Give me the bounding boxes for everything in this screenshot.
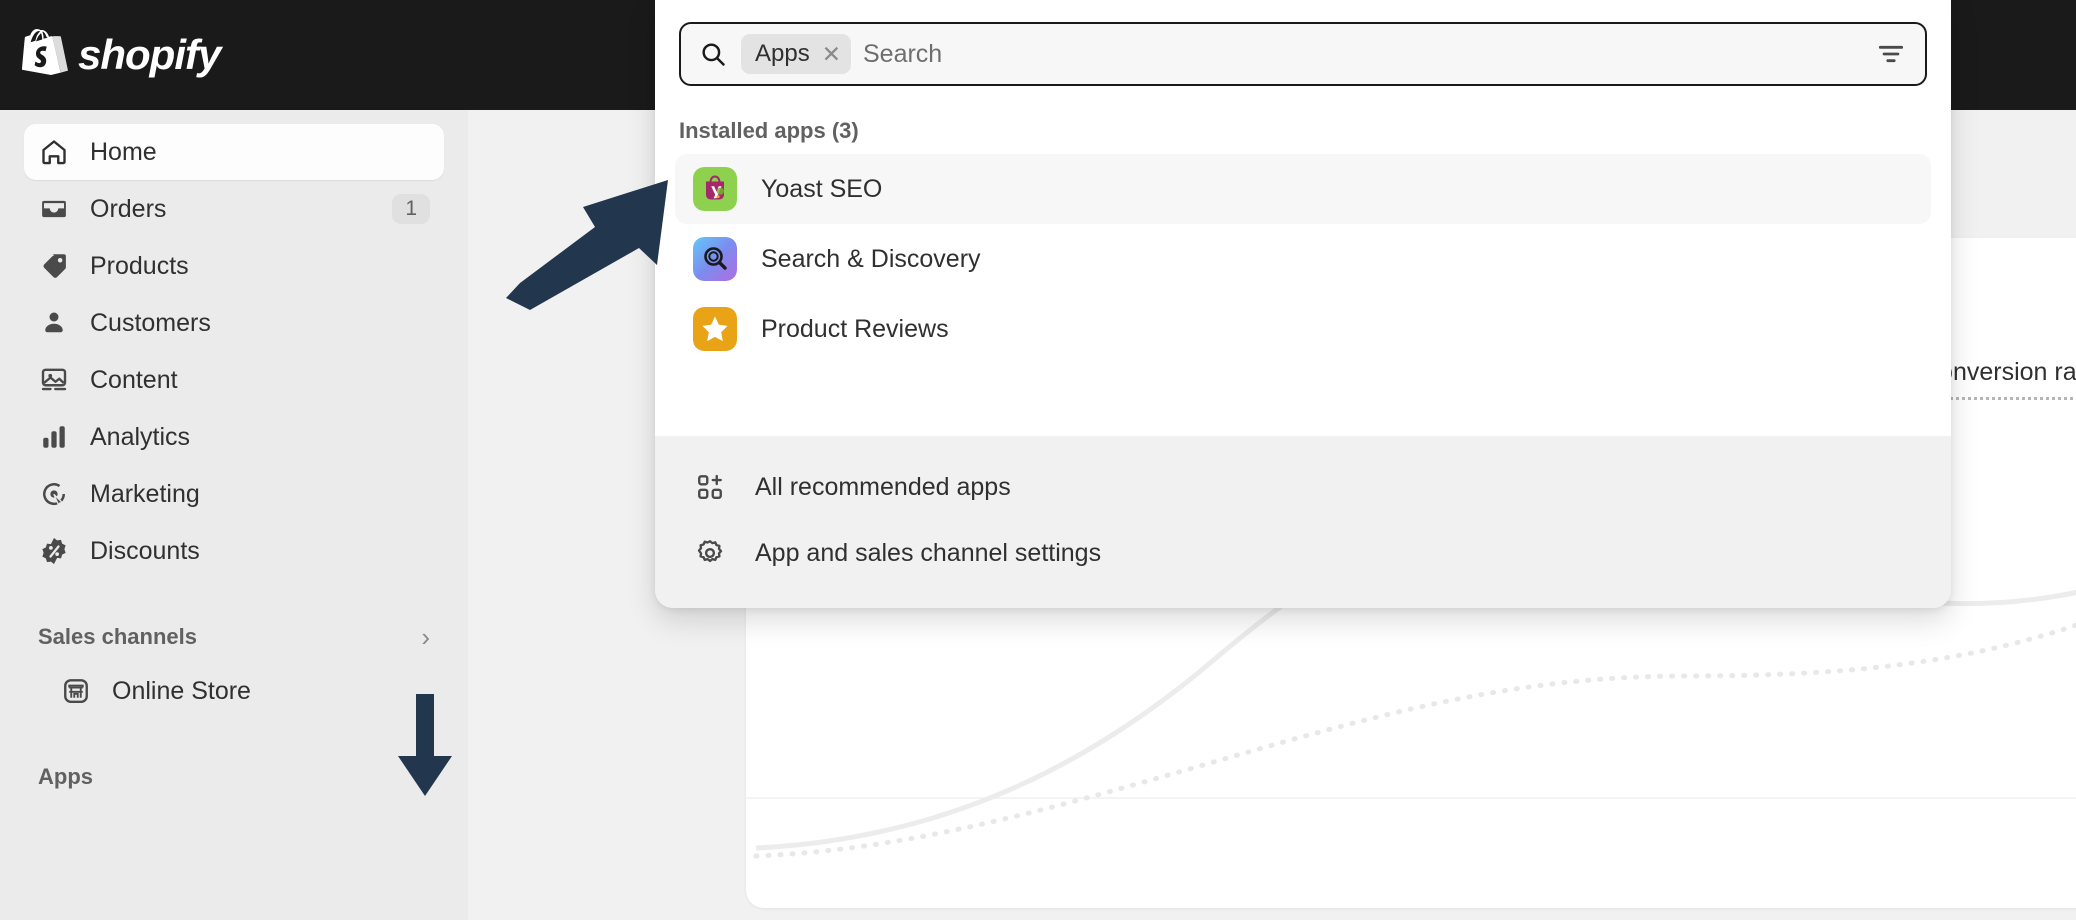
sidebar-item-marketing[interactable]: Marketing [24, 466, 444, 522]
sidebar-item-analytics[interactable]: Analytics [24, 409, 444, 465]
app-name: Search & Discovery [761, 245, 981, 274]
grid-plus-icon [693, 470, 727, 504]
search-icon [699, 40, 727, 68]
sidebar: Home Orders 1 Products [0, 110, 468, 920]
all-recommended-apps-item[interactable]: All recommended apps [655, 454, 1951, 520]
installed-apps-group-title: Installed apps (3) [655, 100, 1951, 154]
footer-item-label: App and sales channel settings [755, 539, 1101, 568]
sidebar-section-sales-channels[interactable]: Sales channels › [24, 611, 444, 663]
app-result-search-discovery[interactable]: Search & Discovery [675, 224, 1931, 294]
search-row: Apps ✕ Search [655, 0, 1951, 100]
sidebar-item-label: Analytics [90, 423, 190, 452]
chevron-right-icon: › [421, 764, 430, 790]
sidebar-item-label: Discounts [90, 537, 200, 566]
section-label: Apps [38, 764, 93, 790]
sidebar-item-label: Home [90, 138, 157, 167]
section-label: Sales channels [38, 624, 197, 650]
analytics-bars-icon [38, 421, 70, 453]
app-result-product-reviews[interactable]: Product Reviews [675, 294, 1931, 364]
close-icon[interactable]: ✕ [822, 41, 841, 68]
marketing-target-icon [38, 478, 70, 510]
filter-icon[interactable] [1871, 38, 1911, 70]
orders-icon [38, 193, 70, 225]
sidebar-item-products[interactable]: Products [24, 238, 444, 294]
sidebar-item-label: Marketing [90, 480, 200, 509]
orders-count-badge: 1 [392, 194, 430, 224]
shopify-logo[interactable]: shopify [22, 29, 220, 81]
customers-icon [38, 307, 70, 339]
search-input[interactable]: Apps ✕ Search [679, 22, 1927, 86]
product-reviews-app-icon [693, 307, 737, 351]
discounts-badge-icon [38, 535, 70, 567]
shopify-wordmark: shopify [78, 31, 220, 79]
storefront-icon [60, 675, 92, 707]
sidebar-item-home[interactable]: Home [24, 124, 444, 180]
gear-icon [693, 536, 727, 570]
shopify-bag-logo-icon [22, 29, 68, 81]
app-and-sales-channel-settings-item[interactable]: App and sales channel settings [655, 520, 1951, 586]
sidebar-item-online-store[interactable]: Online Store [46, 663, 444, 719]
sidebar-item-discounts[interactable]: Discounts [24, 523, 444, 579]
app-result-yoast-seo[interactable]: Yoast SEO [675, 154, 1931, 224]
apps-search-panel: Apps ✕ Search Installed apps (3) [655, 0, 1951, 608]
apps-filter-chip[interactable]: Apps ✕ [741, 34, 851, 74]
yoast-seo-app-icon [693, 167, 737, 211]
shopify-admin-screen: shopify Home Orders 1 [0, 0, 2076, 920]
chevron-right-icon: › [421, 624, 430, 650]
search-placeholder: Search [863, 40, 1871, 69]
sidebar-item-label: Products [90, 252, 189, 281]
sidebar-item-customers[interactable]: Customers [24, 295, 444, 351]
sidebar-item-label: Online Store [112, 677, 251, 706]
footer-item-label: All recommended apps [755, 473, 1011, 502]
search-discovery-app-icon [693, 237, 737, 281]
panel-footer: All recommended apps App and sales chann… [655, 436, 1951, 608]
sidebar-item-orders[interactable]: Orders 1 [24, 181, 444, 237]
sidebar-section-apps[interactable]: Apps › [24, 751, 444, 803]
home-icon [38, 136, 70, 168]
products-tag-icon [38, 250, 70, 282]
content-image-icon [38, 364, 70, 396]
sidebar-item-content[interactable]: Content [24, 352, 444, 408]
sidebar-item-label: Content [90, 366, 178, 395]
chip-label: Apps [755, 40, 810, 68]
app-name: Yoast SEO [761, 175, 882, 204]
sidebar-item-label: Customers [90, 309, 211, 338]
app-name: Product Reviews [761, 315, 949, 344]
sidebar-item-label: Orders [90, 195, 166, 224]
